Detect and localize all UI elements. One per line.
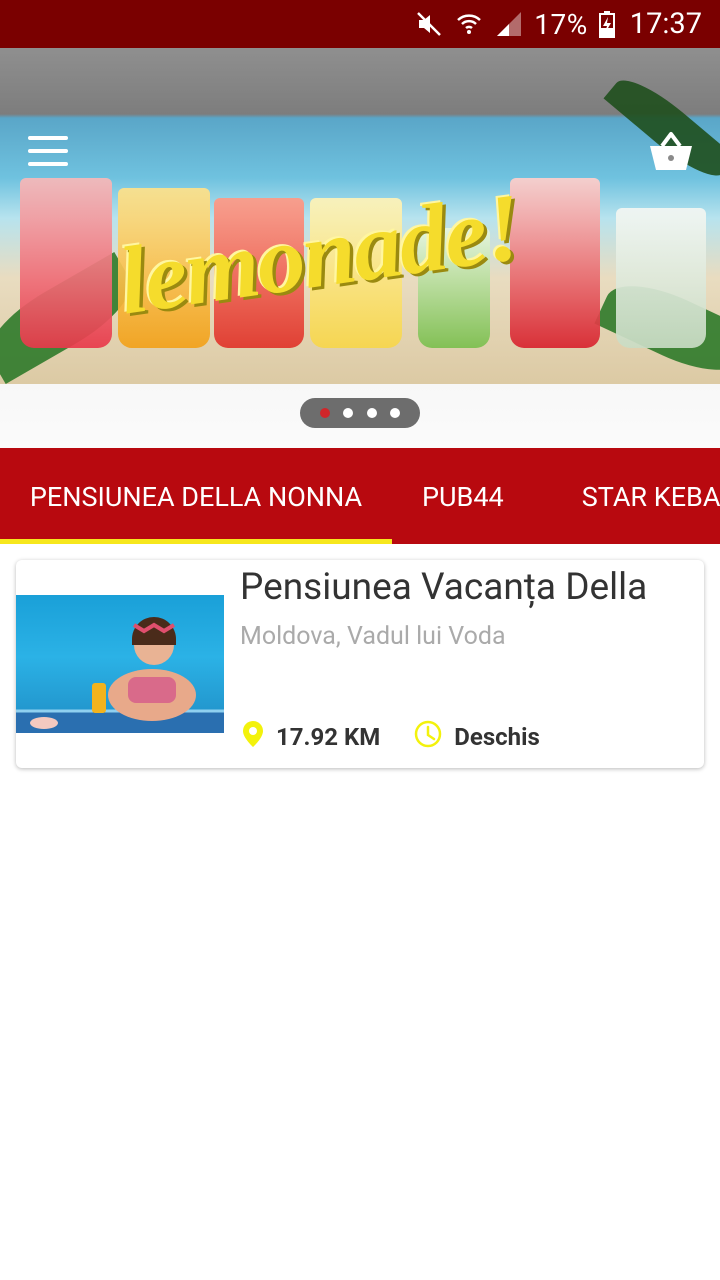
distance-info: 17.92 KM [242,720,380,754]
location-pin-icon [242,720,276,754]
mute-icon [414,9,444,39]
tab-pub44[interactable]: PUB44 [392,448,558,544]
battery-charging-icon [598,9,616,39]
pager-dot[interactable] [343,408,354,418]
clock-icon [414,720,454,754]
drink-glass [20,178,112,348]
wifi-icon [454,9,484,39]
pager-dot[interactable] [366,408,377,418]
pager-dot[interactable] [390,408,401,418]
listing-card[interactable]: Pensiunea Vacanța Della Moldova, Vadul l… [16,560,704,768]
listing-photo [16,595,224,733]
listing-title: Pensiunea Vacanța Della [240,566,648,609]
drink-glass [616,208,706,348]
hamburger-menu-icon[interactable] [28,136,68,166]
pager-dot[interactable] [319,408,330,418]
basket-icon[interactable] [648,130,694,172]
tab-pensiunea-della-nonna[interactable]: PENSIUNEA DELLA NONNA [0,448,392,544]
open-status-text: Deschis [454,723,540,751]
signal-icon [494,9,524,39]
tab-star-kebab[interactable]: STAR KEBAB [558,448,720,544]
banner-pager[interactable] [300,398,420,428]
banner-pager-area [0,384,720,448]
status-bar: 17% 17:37 [0,0,720,48]
restaurant-tabs: PENSIUNEA DELLA NONNA PUB44 STAR KEBAB [0,448,720,544]
open-status: Deschis [414,720,540,754]
promo-banner[interactable]: lemonade! [0,48,720,384]
listing-meta: 17.92 KM Deschis [242,720,540,754]
battery-percent: 17% [534,7,588,41]
distance-value: 17.92 KM [276,723,381,751]
clock: 17:37 [629,7,702,41]
listing-location: Moldova, Vadul lui Voda [240,622,506,651]
